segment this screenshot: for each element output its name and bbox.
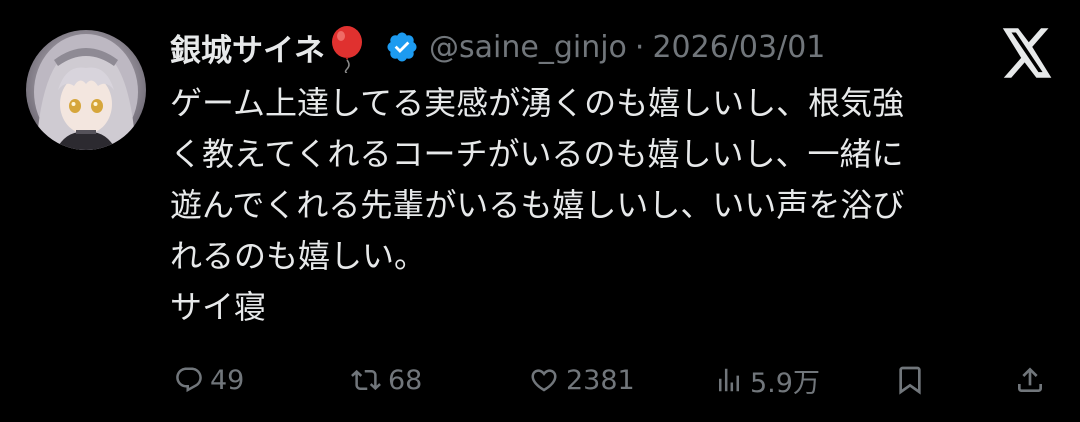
views-button[interactable]: 5.9万: [714, 356, 820, 404]
repost-button[interactable]: 68: [350, 356, 422, 404]
tweet-text: ゲーム上達してる実感が湧くのも嬉しいし、根気強 く教えてくれるコーチがいるのも嬉…: [170, 78, 1050, 333]
views-icon: [714, 365, 744, 395]
tweet-date[interactable]: 2026/03/01: [652, 30, 825, 65]
like-icon: [528, 365, 560, 395]
tweet-text-line: 遊んでくれる先輩がいるも嬉しいし、いい声を浴び: [170, 186, 905, 224]
reply-button[interactable]: 49: [174, 356, 244, 404]
tweet-text-line: サイ寝: [170, 288, 267, 326]
action-bar: 49 68 2381 5.9万: [170, 356, 1050, 404]
tweet-card[interactable]: 銀城サイネ @saine_ginjo · 2026/03/01 ゲーム上達してる…: [0, 0, 1080, 422]
tweet-text-line: ゲーム上達してる実感が湧くのも嬉しいし、根気強: [170, 84, 905, 122]
bookmark-button[interactable]: [894, 356, 926, 404]
bookmark-icon: [894, 364, 926, 396]
share-button[interactable]: [1014, 356, 1046, 404]
verified-badge-icon[interactable]: [385, 30, 419, 64]
reply-count: 49: [210, 364, 245, 396]
display-name[interactable]: 銀城サイネ: [170, 25, 325, 70]
x-logo-icon[interactable]: [1000, 28, 1054, 78]
tweet-header: 銀城サイネ @saine_ginjo · 2026/03/01: [170, 22, 825, 74]
balloon-icon: [327, 25, 367, 74]
header-separator: ·: [634, 29, 645, 65]
share-icon: [1014, 364, 1046, 396]
avatar[interactable]: [26, 30, 146, 150]
user-handle[interactable]: @saine_ginjo: [429, 30, 627, 65]
repost-icon: [350, 365, 382, 395]
tweet-text-line: く教えてくれるコーチがいるのも嬉しいし、一緒に: [170, 135, 904, 173]
like-button[interactable]: 2381: [528, 356, 635, 404]
repost-count: 68: [388, 364, 423, 396]
tweet-text-line: れるのも嬉しい。: [170, 237, 427, 275]
like-count: 2381: [566, 364, 635, 396]
views-count: 5.9万: [750, 367, 820, 399]
reply-icon: [174, 365, 204, 395]
